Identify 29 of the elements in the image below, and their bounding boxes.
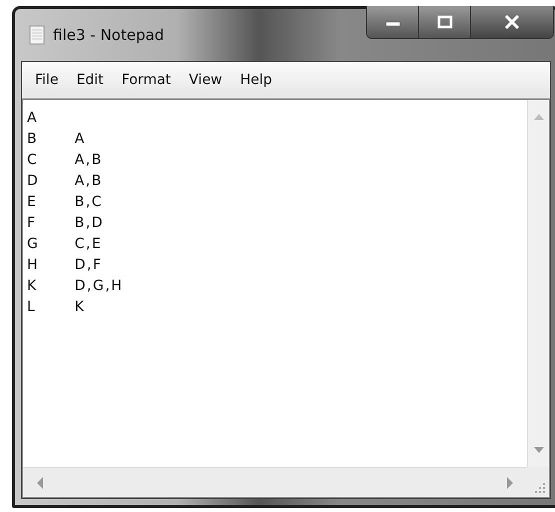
maximize-icon — [436, 15, 452, 29]
scroll-left-icon[interactable] — [37, 476, 43, 488]
text-line: L K — [27, 298, 86, 317]
scroll-up-icon[interactable] — [534, 114, 544, 120]
text-line: A — [27, 109, 40, 128]
menu-item[interactable]: View — [180, 68, 232, 92]
menu-item[interactable]: Edit — [67, 68, 113, 92]
window-title: file3 - Notepad — [53, 26, 164, 44]
text-line: D A,B — [27, 172, 104, 191]
scroll-right-icon[interactable] — [507, 476, 513, 488]
resize-grip-icon[interactable] — [535, 483, 545, 493]
menu-item[interactable]: File — [26, 68, 68, 92]
text-line: E B,C — [27, 193, 104, 212]
notepad-icon — [29, 25, 45, 45]
text-area[interactable]: A B A C A,B D A,B E B,C F B,D G C,E H D,F K D,G,H L K — [23, 100, 527, 467]
menu-item[interactable]: Format — [112, 68, 180, 92]
text-line: C A,B — [27, 151, 104, 170]
scroll-down-icon[interactable] — [534, 447, 544, 453]
minimize-button[interactable] — [367, 6, 419, 38]
close-button[interactable] — [471, 6, 553, 38]
text-line: B A — [27, 130, 87, 149]
maximize-button[interactable] — [419, 6, 471, 38]
menu-item[interactable]: Help — [231, 68, 282, 92]
close-icon — [503, 15, 521, 29]
horizontal-scrollbar[interactable] — [23, 467, 527, 497]
text-line: F B,D — [27, 214, 105, 233]
text-line: H D,F — [27, 256, 104, 275]
text-line: G C,E — [27, 235, 104, 254]
text-line: K D,G,H — [27, 277, 124, 296]
